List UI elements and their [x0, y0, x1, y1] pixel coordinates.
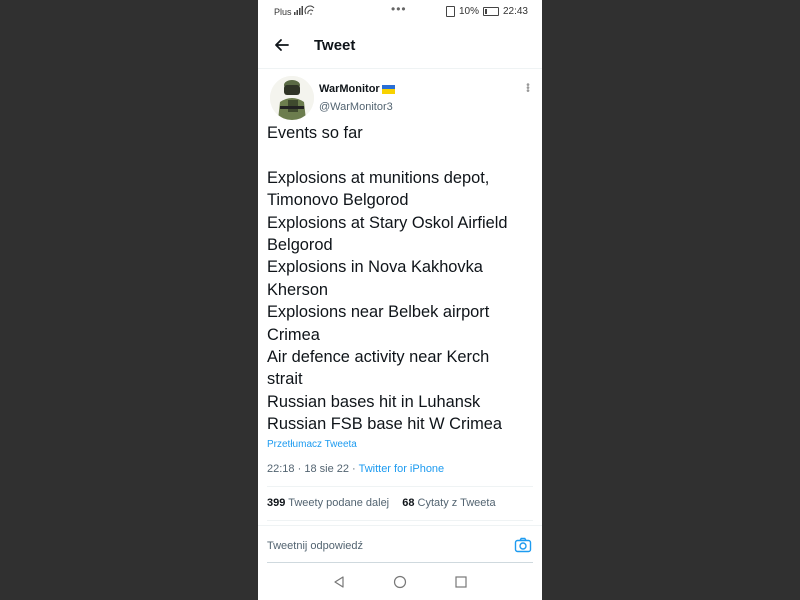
battery-percent: 10%: [458, 6, 479, 17]
page-title: Tweet: [314, 37, 356, 54]
user-handle[interactable]: @WarMonitor3: [319, 101, 393, 113]
divider: [267, 520, 533, 521]
top-header: Tweet: [258, 24, 542, 69]
more-vertical-icon[interactable]: • • •: [526, 81, 530, 97]
retweets-count: 399: [267, 497, 286, 509]
divider: [267, 486, 533, 487]
tweet-text: Events so far Explosions at munitions de…: [267, 124, 508, 434]
meta-separator: ·: [352, 463, 356, 475]
reply-bar: Tweetnij odpowiedź: [258, 525, 542, 566]
android-nav-bar: [258, 565, 542, 600]
status-bar: Plus ••• 10% 22:43: [258, 0, 542, 24]
display-name-text: WarMonitor: [319, 83, 380, 95]
retweets-label: Tweety podane dalej: [288, 497, 390, 509]
quotes-label: Cytaty z Tweeta: [417, 497, 496, 509]
tweet-meta: 22:18 · 18 sie 22 · Twitter for iPhone: [267, 463, 444, 475]
square-recent-icon[interactable]: [454, 575, 468, 589]
quotes-stat[interactable]: 68 Cytaty z Tweeta: [402, 497, 495, 509]
phone-screen: Plus ••• 10% 22:43 Tweet WarMonitor @War…: [258, 0, 542, 600]
source-link[interactable]: Twitter for iPhone: [359, 463, 445, 475]
avatar[interactable]: [270, 76, 314, 120]
status-time: 22:43: [502, 6, 528, 17]
retweets-stat[interactable]: 399 Tweety podane dalej: [267, 497, 389, 509]
status-right: 10% 22:43: [445, 6, 528, 17]
reply-input[interactable]: Tweetnij odpowiedź: [267, 540, 363, 552]
display-name[interactable]: WarMonitor: [319, 83, 395, 95]
battery-icon: [482, 7, 499, 16]
triangle-back-icon[interactable]: [332, 575, 346, 589]
tweet-stats: 399 Tweety podane dalej 68 Cytaty z Twee…: [267, 497, 506, 509]
translate-link[interactable]: Przetłumacz Tweeta: [267, 439, 357, 450]
tweet-time[interactable]: 22:18: [267, 463, 295, 475]
vibrate-icon: [445, 6, 455, 17]
meta-separator: ·: [297, 463, 302, 475]
notification-dots-icon: •••: [391, 2, 407, 16]
circle-home-icon[interactable]: [393, 575, 407, 589]
arrow-left-icon[interactable]: [272, 35, 292, 55]
quotes-count: 68: [402, 497, 415, 509]
signal-icon: [294, 5, 316, 17]
reply-underline: [267, 562, 533, 563]
ukraine-flag-icon: [381, 84, 395, 94]
camera-icon[interactable]: [514, 536, 532, 554]
tweet-date[interactable]: 18 sie 22: [304, 463, 349, 475]
carrier-label: Plus: [274, 7, 292, 17]
